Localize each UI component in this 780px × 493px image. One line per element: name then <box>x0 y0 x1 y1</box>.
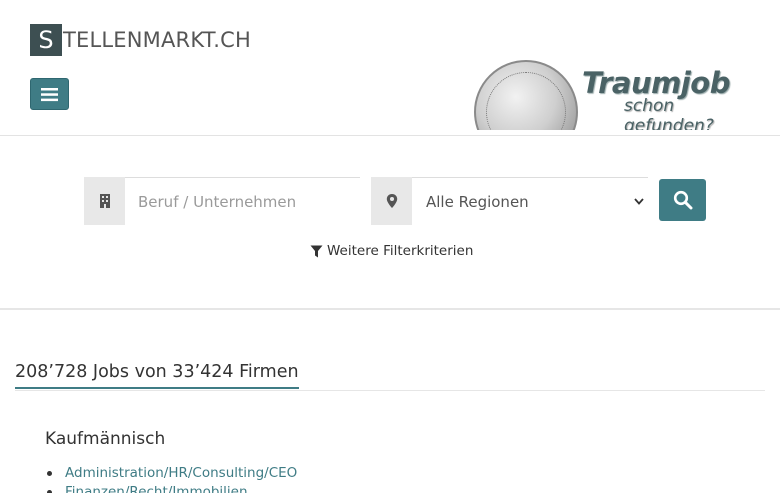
menu-toggle-button[interactable] <box>30 78 69 110</box>
more-filters-link[interactable]: Weitere Filterkriterien <box>310 243 473 259</box>
list-item: Finanzen/Recht/Immobilien <box>45 483 297 493</box>
keyword-search-input[interactable] <box>125 177 360 225</box>
chevron-down-icon <box>634 198 644 205</box>
search-panel: Alle Regionen Weitere Filterkriterien <box>0 136 780 310</box>
region-field-group: Alle Regionen <box>371 177 648 225</box>
search-icon <box>673 190 692 210</box>
site-logo[interactable]: S TELLENMARKT.CH <box>30 24 251 56</box>
map-marker-icon <box>386 194 397 208</box>
category-title: Kaufmännisch <box>45 429 166 449</box>
list-item: Administration/HR/Consulting/CEO <box>45 464 297 483</box>
category-link[interactable]: Finanzen/Recht/Immobilien <box>65 484 248 493</box>
region-select-value: Alle Regionen <box>426 192 529 211</box>
region-addon <box>371 177 412 225</box>
category-list: Administration/HR/Consulting/CEO Finanze… <box>45 464 297 493</box>
category-link[interactable]: Administration/HR/Consulting/CEO <box>65 465 297 481</box>
region-select[interactable]: Alle Regionen <box>412 177 648 225</box>
logo-letter: S <box>30 24 62 56</box>
banner-title: Traumjob <box>582 66 730 100</box>
logo-text: TELLENMARKT.CH <box>63 28 251 52</box>
keyword-field-group <box>84 177 360 225</box>
filter-icon <box>310 245 323 257</box>
more-filters-label: Weitere Filterkriterien <box>327 243 474 259</box>
site-header: S TELLENMARKT.CH Traumjob schon gefunden… <box>0 0 780 136</box>
coin-image <box>474 60 578 130</box>
banner-subtitle: schon gefunden? <box>624 96 714 130</box>
search-button[interactable] <box>659 179 706 221</box>
building-icon <box>99 194 110 208</box>
promo-banner[interactable]: Traumjob schon gefunden? <box>474 60 764 130</box>
keyword-addon <box>84 177 125 225</box>
divider <box>15 390 765 391</box>
jobs-summary-heading: 208’728 Jobs von 33’424 Firmen <box>15 362 299 389</box>
bars-icon <box>41 87 58 101</box>
